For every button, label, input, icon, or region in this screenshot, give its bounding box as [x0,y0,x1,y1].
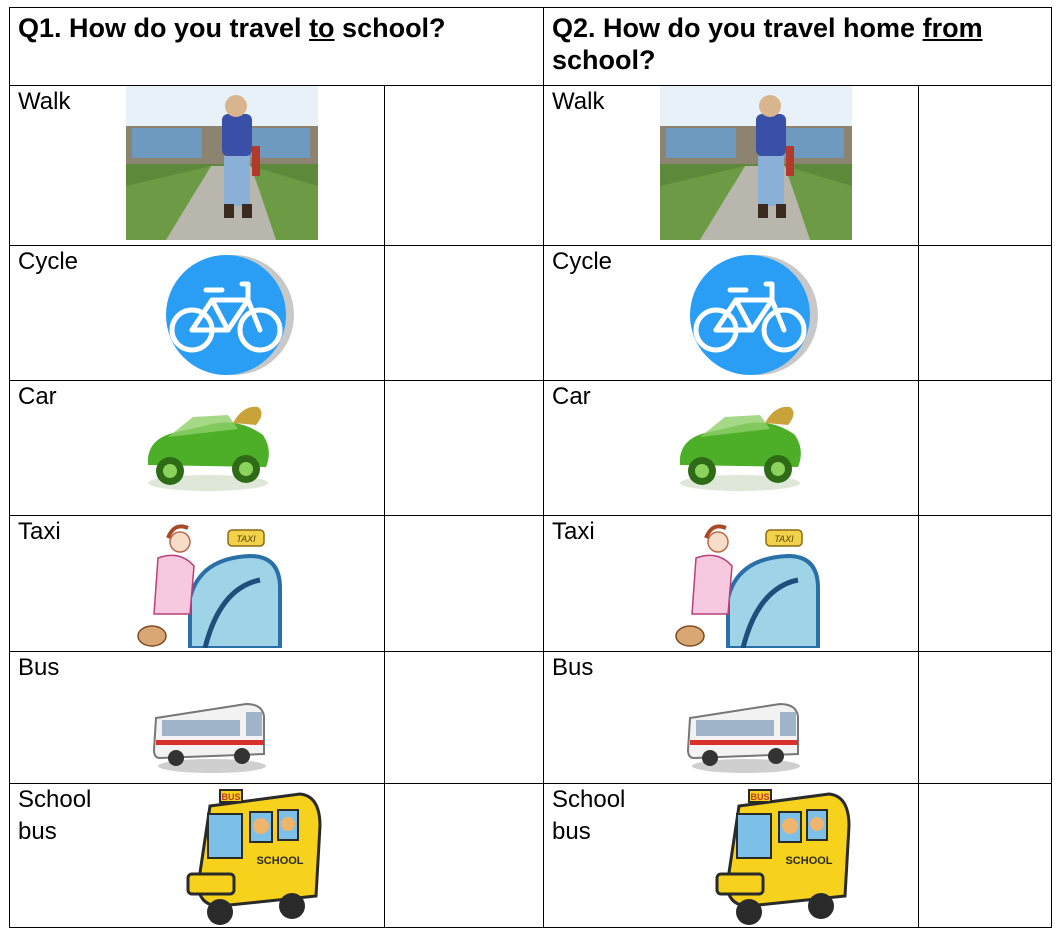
q2-walk-answer[interactable] [918,85,1052,246]
mode-row-taxi: Taxi TAXI Taxi TAXI [9,515,1052,652]
woman-at-taxi-icon: TAXI [137,524,282,648]
q1-taxi-cell: Taxi TAXI [9,515,385,652]
woman-at-taxi-icon: TAXI [675,524,820,648]
blue-bicycle-sign-icon [690,255,818,375]
q2-walk-cell: Walk [543,85,919,246]
q1-walk-cell: Walk [9,85,385,246]
q2-school-bus-cell: School bus BUS SCHOOL [543,783,919,928]
child-walking-to-school-photo [660,86,852,240]
question-1-header: Q1. How do you travel to school? [9,7,544,86]
child-walking-to-school-photo [126,86,318,240]
q2-taxi-answer[interactable] [918,515,1052,652]
city-bus-icon [686,702,800,773]
q2-underlined-word: from [922,13,983,43]
mode-row-cycle: Cycle Cycle [9,245,1052,381]
bus-sign-text: BUS [221,792,240,802]
taxi-sign-text: TAXI [236,534,256,544]
q1-taxi-answer[interactable] [384,515,544,652]
bus-sign-text: BUS [750,792,769,802]
travel-survey-table: Q1. How do you travel to school? Q2. How… [9,7,1052,928]
q1-school-bus-cell: School bus BUS SCHOOL [9,783,385,928]
q1-bus-cell: Bus [9,651,385,784]
green-car-icon [147,406,269,491]
q2-car-cell: Car [543,380,919,516]
mode-row-walk: Walk Walk [9,85,1052,246]
q1-text-end: school? [334,13,446,43]
q2-bus-answer[interactable] [918,651,1052,784]
mode-label: Bus [18,654,60,681]
q1-cycle-answer[interactable] [384,245,544,381]
q2-school-bus-answer[interactable] [918,783,1052,928]
question-2-header: Q2. How do you travel home from school? [543,7,1052,86]
q1-bus-answer[interactable] [384,651,544,784]
q1-school-bus-answer[interactable] [384,783,544,928]
q2-cycle-answer[interactable] [918,245,1052,381]
green-car-icon [679,406,801,491]
q1-text: Q1. How do you travel [18,13,310,43]
q2-text-end: school? [552,45,656,75]
q1-car-answer[interactable] [384,380,544,516]
city-bus-icon [152,702,266,773]
q1-underlined-word: to [309,13,335,43]
mode-label: Bus [552,654,594,681]
q1-walk-answer[interactable] [384,85,544,246]
q1-cycle-cell: Cycle [9,245,385,381]
yellow-school-bus-icon: BUS SCHOOL [715,789,851,925]
q2-text: Q2. How do you travel home [552,13,923,43]
school-bus-side-text: SCHOOL [785,855,832,867]
taxi-sign-text: TAXI [774,534,794,544]
mode-row-bus: Bus Bus [9,651,1052,784]
q1-car-cell: Car [9,380,385,516]
q2-car-answer[interactable] [918,380,1052,516]
yellow-school-bus-icon: BUS SCHOOL [186,789,322,925]
q2-taxi-cell: Taxi TAXI [543,515,919,652]
blue-bicycle-sign-icon [166,255,294,375]
mode-row-car: Car Car [9,380,1052,516]
school-bus-side-text: SCHOOL [256,855,303,867]
q2-bus-cell: Bus [543,651,919,784]
mode-row-school-bus: School bus BUS SCHOOL School bus BUS SCH… [9,783,1052,928]
q2-cycle-cell: Cycle [543,245,919,381]
